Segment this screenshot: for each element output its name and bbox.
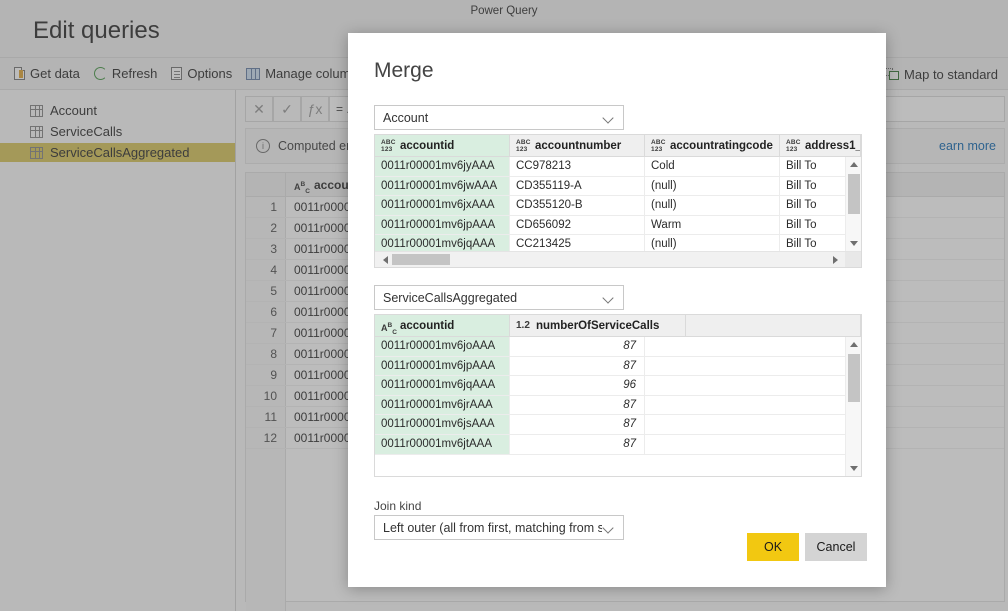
first-table-column-header-accountratingcode[interactable]: ABC123 accountratingcode (645, 135, 780, 156)
cell-accountid: 0011r00001mv6jwAAA (375, 177, 510, 196)
first-table-column-header-address1_addr[interactable]: ABC123 address1_addr (780, 135, 861, 156)
cell-numberofservicecalls: 87 (510, 435, 645, 454)
cell-numberofservicecalls: 87 (510, 337, 645, 356)
column-header-label: accountid (400, 140, 454, 152)
first-table-header-row: ABC123accountidABC123accountnumberABC123… (375, 135, 861, 157)
cell-accountnumber: CC978213 (510, 157, 645, 176)
cell-accountratingcode: Warm (645, 216, 780, 235)
first-table-column-header-accountnumber[interactable]: ABC123 accountnumber (510, 135, 645, 156)
first-table-query-dropdown[interactable]: Account (374, 105, 624, 130)
scroll-right-arrow-icon[interactable] (829, 252, 845, 267)
empty-cell (645, 435, 861, 454)
any-type-icon: ABC123 (516, 139, 531, 153)
cell-numberofservicecalls: 96 (510, 376, 645, 395)
cell-numberofservicecalls: 87 (510, 357, 645, 376)
column-header-label: numberOfServiceCalls (536, 320, 659, 332)
join-kind-value: Left outer (all from first, matching fro… (383, 521, 602, 535)
cell-accountratingcode: (null) (645, 177, 780, 196)
chevron-down-icon (602, 521, 615, 534)
scroll-down-arrow-icon[interactable] (846, 236, 862, 251)
scroll-up-arrow-icon[interactable] (846, 337, 862, 352)
table-row[interactable]: 0011r00001mv6jrAAA87 (375, 396, 861, 416)
ok-button[interactable]: OK (747, 533, 799, 561)
second-table-column-header-numberofservicecalls[interactable]: 1.2 numberOfServiceCalls (510, 315, 686, 336)
column-header-label: accountnumber (535, 140, 621, 152)
cell-accountid: 0011r00001mv6jyAAA (375, 157, 510, 176)
cell-accountid: 0011r00001mv6jpAAA (375, 357, 510, 376)
table-row[interactable]: 0011r00001mv6jxAAACD355120-B(null)Bill T… (375, 196, 861, 216)
scrollbar-corner (845, 252, 861, 267)
second-table-vertical-scrollbar[interactable] (845, 337, 861, 476)
cancel-button[interactable]: Cancel (805, 533, 867, 561)
table-row[interactable]: 0011r00001mv6jwAAACD355119-A(null)Bill T… (375, 177, 861, 197)
chevron-down-icon (602, 291, 615, 304)
first-table-vertical-scrollbar[interactable] (845, 157, 861, 251)
scroll-down-arrow-icon[interactable] (846, 461, 862, 476)
scrollbar-thumb[interactable] (392, 254, 450, 265)
cell-accountid: 0011r00001mv6jsAAA (375, 415, 510, 434)
second-table-preview: ABC accountid 1.2 numberOfServiceCalls 0011… (374, 314, 862, 477)
cell-numberofservicecalls: 87 (510, 396, 645, 415)
empty-header-area (686, 315, 862, 336)
second-table-column-header-accountid[interactable]: ABC accountid (375, 315, 510, 336)
join-kind-label: Join kind (374, 499, 421, 513)
table-row[interactable]: 0011r00001mv6jpAAACD656092WarmBill To (375, 216, 861, 236)
cell-accountnumber: CD656092 (510, 216, 645, 235)
column-header-label: accountid (400, 320, 454, 332)
second-table-query-value: ServiceCallsAggregated (383, 291, 602, 305)
cell-accountid: 0011r00001mv6jpAAA (375, 216, 510, 235)
second-table-header-row: ABC accountid 1.2 numberOfServiceCalls (375, 315, 861, 337)
text-type-icon: ABC (381, 319, 396, 333)
first-table-preview: ABC123accountidABC123accountnumberABC123… (374, 134, 862, 268)
any-type-icon: ABC123 (786, 139, 801, 153)
table-row[interactable]: 0011r00001mv6jpAAA87 (375, 357, 861, 377)
dialog-title: Merge (374, 59, 434, 83)
empty-cell (645, 357, 861, 376)
merge-dialog: Merge Account ABC123 accountid ABC123 accou… (348, 33, 886, 587)
second-table-query-dropdown[interactable]: ServiceCallsAggregated (374, 285, 624, 310)
cell-accountid: 0011r00001mv6jxAAA (375, 196, 510, 215)
table-row[interactable]: 0011r00001mv6jtAAA87 (375, 435, 861, 455)
empty-cell (645, 415, 861, 434)
table-row[interactable]: 0011r00001mv6joAAA87 (375, 337, 861, 357)
cell-accountid: 0011r00001mv6jrAAA (375, 396, 510, 415)
scrollbar-thumb[interactable] (848, 174, 860, 214)
first-table-horizontal-scrollbar[interactable] (375, 251, 861, 267)
table-row[interactable]: 0011r00001mv6jyAAACC978213ColdBill To (375, 157, 861, 177)
cell-accountratingcode: Cold (645, 157, 780, 176)
cell-accountnumber: CD355119-A (510, 177, 645, 196)
any-type-icon: ABC123 (381, 139, 396, 153)
scrollbar-thumb[interactable] (848, 354, 860, 402)
scroll-up-arrow-icon[interactable] (846, 157, 862, 172)
scroll-left-arrow-icon[interactable] (375, 252, 391, 267)
table-row[interactable]: 0011r00001mv6jsAAA87 (375, 415, 861, 435)
join-kind-dropdown[interactable]: Left outer (all from first, matching fro… (374, 515, 624, 540)
empty-cell (645, 376, 861, 395)
decimal-type-icon: 1.2 (516, 319, 532, 333)
column-header-label: address1_addr (805, 140, 861, 152)
cell-accountid: 0011r00001mv6joAAA (375, 337, 510, 356)
table-row[interactable]: 0011r00001mv6jqAAA96 (375, 376, 861, 396)
empty-cell (645, 396, 861, 415)
cell-accountnumber: CD355120-B (510, 196, 645, 215)
first-table-query-value: Account (383, 111, 602, 125)
chevron-down-icon (602, 111, 615, 124)
cell-accountid: 0011r00001mv6jtAAA (375, 435, 510, 454)
cell-numberofservicecalls: 87 (510, 415, 645, 434)
cell-accountid: 0011r00001mv6jqAAA (375, 376, 510, 395)
any-type-icon: ABC123 (651, 139, 666, 153)
first-table-column-header-accountid[interactable]: ABC123 accountid (375, 135, 510, 156)
empty-cell (645, 337, 861, 356)
cell-accountratingcode: (null) (645, 196, 780, 215)
column-header-label: accountratingcode (670, 140, 773, 152)
